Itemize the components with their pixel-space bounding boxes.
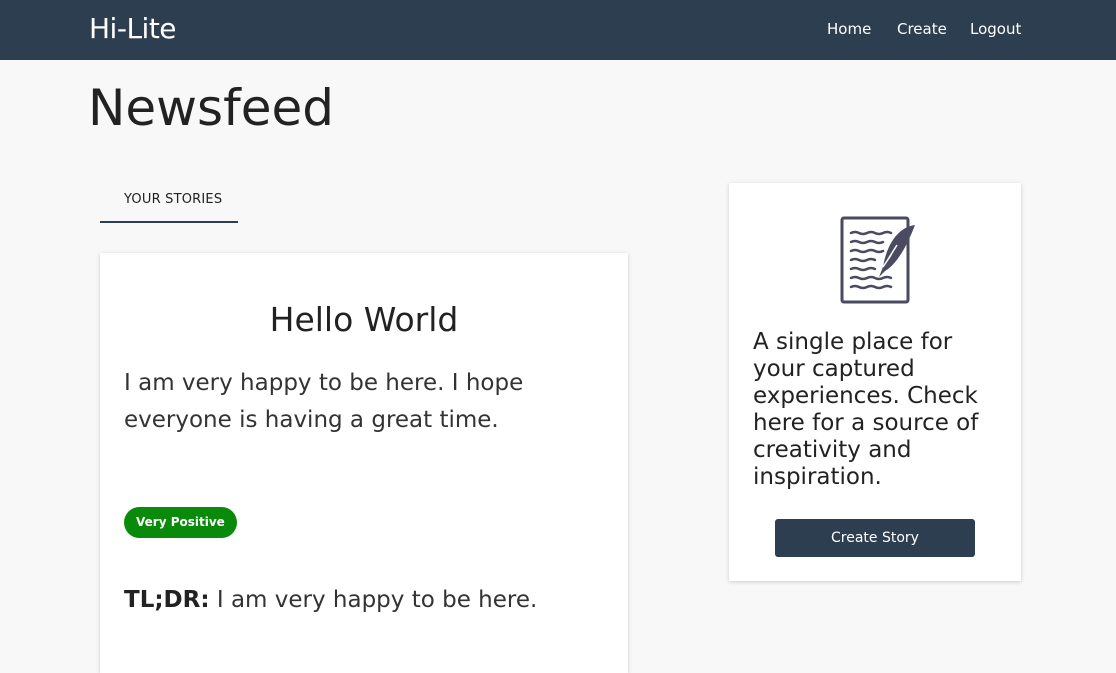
- story-title: Hello World: [269, 300, 459, 339]
- tldr-label: TL;DR:: [124, 587, 210, 613]
- story-body: I am very happy to be here. I hope every…: [124, 370, 524, 433]
- tab-your-stories[interactable]: YOUR STORIES: [100, 183, 238, 223]
- nav-link-home[interactable]: Home: [827, 19, 871, 39]
- brand-logo[interactable]: Hi-Lite: [89, 13, 177, 45]
- nav-link-create[interactable]: Create: [897, 19, 947, 39]
- sentiment-badge: Very Positive: [124, 507, 237, 538]
- create-story-card: A single place for your captured experie…: [729, 183, 1021, 581]
- tab-label: YOUR STORIES: [124, 192, 223, 207]
- tldr-text: I am very happy to be here.: [216, 587, 538, 613]
- sidebar-description: A single place for your captured experie…: [753, 329, 979, 490]
- create-story-button[interactable]: Create Story: [775, 519, 975, 557]
- nav-link-logout[interactable]: Logout: [970, 19, 1021, 39]
- story-card: Hello World I am very happy to be here. …: [100, 253, 628, 673]
- page-title: Newsfeed: [88, 79, 334, 137]
- tldr-summary: TL;DR: I am very happy to be here.: [124, 583, 537, 617]
- document-quill-icon: [840, 216, 915, 304]
- top-navbar: Hi-Lite Home Create Logout: [0, 0, 1116, 60]
